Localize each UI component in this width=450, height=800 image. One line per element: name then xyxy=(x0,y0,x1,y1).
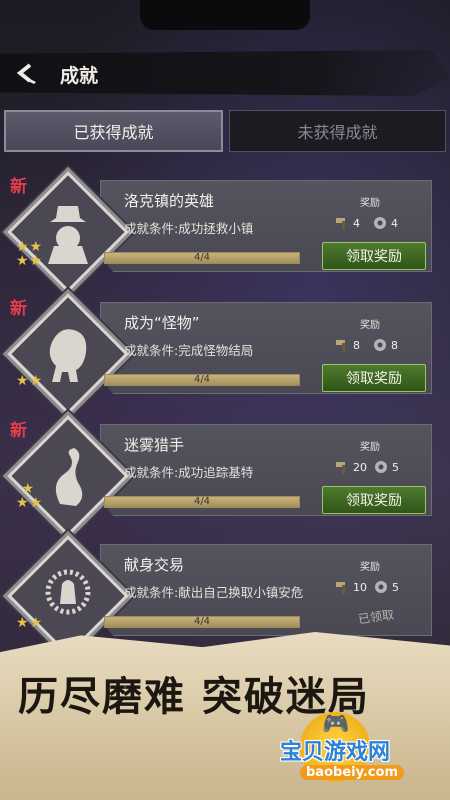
gear-icon xyxy=(374,217,386,229)
back-button[interactable] xyxy=(10,60,42,86)
progress-text: 4/4 xyxy=(193,496,211,507)
hammer-icon xyxy=(336,340,345,352)
serpent-icon xyxy=(55,448,83,506)
achievement-condition: 成就条件:献出自己换取小镇安危 xyxy=(124,585,304,600)
achievement-name: 成为“怪物” xyxy=(124,314,200,332)
reward-a-count: 4 xyxy=(353,216,360,230)
promo-slogan: 历尽磨难 突破迷局 xyxy=(18,673,370,720)
watermark-url: baobeiy.com xyxy=(300,765,404,780)
reward-a-count: 8 xyxy=(353,338,360,352)
claim-reward-button[interactable]: 领取奖励 xyxy=(322,364,426,392)
reward-b-count: 4 xyxy=(391,216,398,230)
achievement-name: 献身交易 xyxy=(124,556,185,574)
beast-icon xyxy=(49,329,87,382)
progress-bar: 4/4 xyxy=(104,616,300,628)
tab-obtained[interactable]: 已获得成就 xyxy=(4,110,223,152)
progress-bar: 4/4 xyxy=(104,496,300,508)
sacrifice-icon xyxy=(45,569,91,615)
claim-reward-button[interactable]: 领取奖励 xyxy=(322,486,426,514)
new-badge: 新 xyxy=(10,299,27,319)
star-rating: ★★ ★★ xyxy=(16,239,44,269)
hammer-icon xyxy=(336,218,345,230)
reward-b-count: 5 xyxy=(392,460,399,474)
gear-icon xyxy=(375,581,387,593)
tab-not-obtained[interactable]: 未获得成就 xyxy=(229,110,446,152)
achievement-card: 新 ★★ ★★ 洛克镇的英雄 成就条件:成功拯救小镇 奖励 4 4 4/4 领取奖… xyxy=(0,166,450,298)
hammer-icon xyxy=(336,582,345,594)
gear-icon xyxy=(374,339,386,351)
achievement-condition: 成就条件:成功追踪基特 xyxy=(124,465,254,480)
achievement-condition: 成就条件:成功拯救小镇 xyxy=(124,221,254,236)
reward-b-count: 5 xyxy=(392,580,399,594)
reward-list: 4 4 xyxy=(334,214,434,232)
camera-notch xyxy=(140,0,310,30)
tab-bar: 已获得成就 未获得成就 xyxy=(4,110,446,152)
reward-list: 20 5 xyxy=(334,458,434,476)
achievement-card: 新 ★★ 成为“怪物” 成就条件:完成怪物结局 奖励 8 8 4/4 领取奖励 xyxy=(0,288,450,420)
achievement-name: 洛克镇的英雄 xyxy=(124,192,215,210)
reward-b-count: 8 xyxy=(391,338,398,352)
progress-text: 4/4 xyxy=(193,252,211,263)
achievement-card: 新 ★ ★★ 迷雾猎手 成就条件:成功追踪基特 奖励 20 5 4/4 领取奖励 xyxy=(0,410,450,542)
page-title: 成就 xyxy=(60,65,99,87)
star-rating: ★ ★★ xyxy=(16,481,44,511)
reward-label: 奖励 xyxy=(360,320,380,331)
reward-a-count: 20 xyxy=(353,460,367,474)
detective-hat-icon xyxy=(48,206,88,264)
reward-label: 奖励 xyxy=(360,442,380,453)
progress-text: 4/4 xyxy=(193,616,211,627)
star-rating: ★★ xyxy=(16,373,44,389)
progress-bar: 4/4 xyxy=(104,252,300,264)
progress-text: 4/4 xyxy=(193,374,211,385)
progress-bar: 4/4 xyxy=(104,374,300,386)
reward-label: 奖励 xyxy=(360,198,380,209)
achievement-name: 迷雾猎手 xyxy=(124,436,185,454)
chevron-left-icon xyxy=(16,63,36,84)
reward-label: 奖励 xyxy=(360,562,380,573)
claim-reward-button[interactable]: 领取奖励 xyxy=(322,242,426,270)
reward-list: 8 8 xyxy=(334,336,434,354)
achievement-card: ★★ 献身交易 成就条件:献出自己换取小镇安危 奖励 10 5 4/4 已领取 xyxy=(0,530,450,662)
new-badge: 新 xyxy=(10,177,27,197)
watermark-title: 宝贝游戏网 xyxy=(280,740,391,765)
new-badge: 新 xyxy=(10,421,27,441)
reward-list: 10 5 xyxy=(334,578,434,596)
achievement-condition: 成就条件:完成怪物结局 xyxy=(124,343,254,358)
star-rating: ★★ xyxy=(16,615,44,631)
hammer-icon xyxy=(336,462,345,474)
reward-a-count: 10 xyxy=(353,580,367,594)
gear-icon xyxy=(375,461,387,473)
